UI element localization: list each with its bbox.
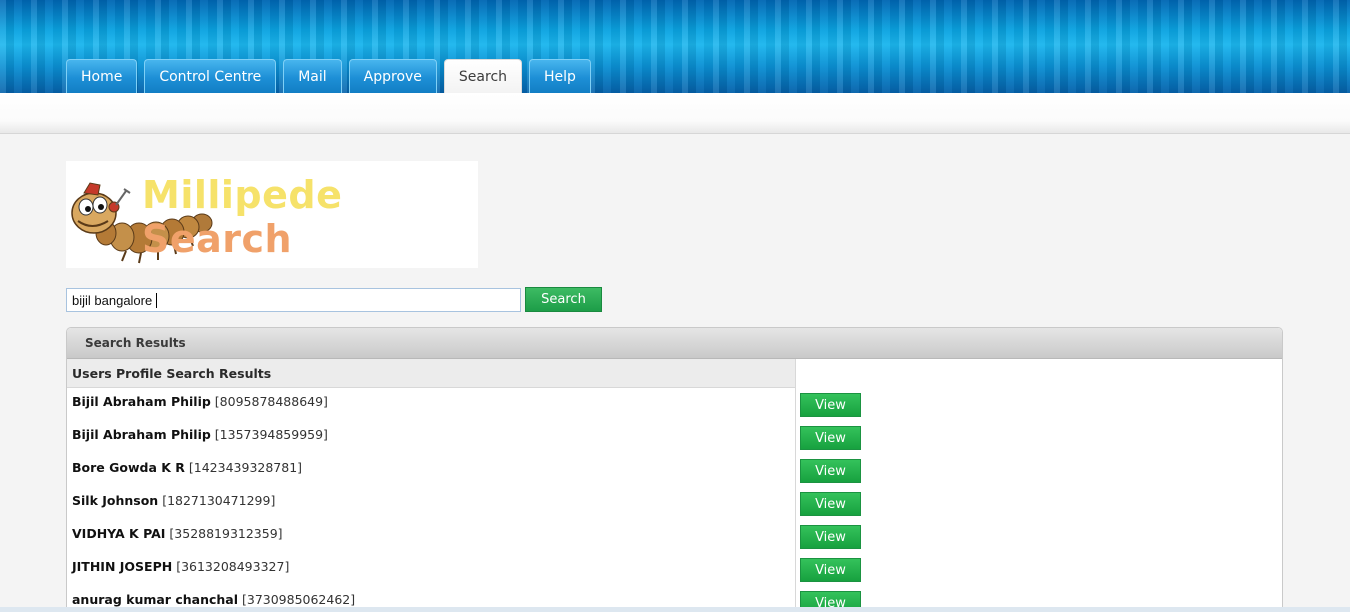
view-button[interactable]: View bbox=[800, 459, 861, 483]
result-name: Bore Gowda K R bbox=[72, 460, 185, 475]
logo-word-search: Search bbox=[142, 217, 293, 261]
text-caret bbox=[156, 292, 158, 308]
tab-home[interactable]: Home bbox=[66, 59, 138, 93]
result-id: [8095878488649] bbox=[214, 394, 328, 409]
view-button[interactable]: View bbox=[800, 525, 861, 549]
tab-mail[interactable]: Mail bbox=[283, 59, 342, 93]
result-name: Bijil Abraham Philip bbox=[72, 394, 211, 409]
tab-approve[interactable]: Approve bbox=[348, 59, 437, 93]
sub-header-bar bbox=[0, 93, 1350, 134]
search-results-panel: Search Results Users Profile Search Resu… bbox=[66, 327, 1283, 612]
result-id: [1423439328781] bbox=[188, 460, 303, 475]
result-id: [3613208493327] bbox=[176, 559, 290, 574]
result-name: anurag kumar chanchal bbox=[72, 592, 238, 607]
millipede-search-logo: Millipede Search bbox=[66, 161, 478, 268]
result-id: [3528819312359] bbox=[169, 526, 283, 541]
logo-word-millipede: Millipede bbox=[142, 173, 343, 217]
logo-wordmark: Millipede Search bbox=[142, 173, 478, 261]
tab-help[interactable]: Help bbox=[529, 59, 591, 93]
result-id: [1357394859959] bbox=[214, 427, 328, 442]
view-button[interactable]: View bbox=[800, 558, 861, 582]
panel-title: Search Results bbox=[67, 328, 1282, 359]
result-row: VIDHYA K PAI [3528819312359] bbox=[72, 526, 283, 546]
tab-control-centre[interactable]: Control Centre bbox=[144, 59, 277, 93]
result-name: VIDHYA K PAI bbox=[72, 526, 166, 541]
result-row: Bijil Abraham Philip [1357394859959] bbox=[72, 427, 328, 447]
results-column-header: Users Profile Search Results bbox=[67, 359, 795, 388]
result-id: [3730985062462] bbox=[241, 592, 356, 607]
tab-search[interactable]: Search bbox=[443, 59, 523, 93]
view-button[interactable]: View bbox=[800, 492, 861, 516]
bottom-scroll-edge bbox=[0, 607, 1350, 612]
view-button[interactable]: View bbox=[800, 426, 861, 450]
header-banner: Home Control Centre Mail Approve Search … bbox=[0, 0, 1350, 93]
main-nav: Home Control Centre Mail Approve Search … bbox=[66, 59, 591, 93]
result-name: Bijil Abraham Philip bbox=[72, 427, 211, 442]
result-row: Bore Gowda K R [1423439328781] bbox=[72, 460, 302, 480]
search-input[interactable]: bijil bangalore bbox=[66, 288, 521, 312]
result-name: JITHIN JOSEPH bbox=[72, 559, 173, 574]
search-button[interactable]: Search bbox=[525, 287, 602, 312]
result-row: Silk Johnson [1827130471299] bbox=[72, 493, 275, 513]
view-button[interactable]: View bbox=[800, 393, 861, 417]
result-name: Silk Johnson bbox=[72, 493, 159, 508]
result-row: Bijil Abraham Philip [8095878488649] bbox=[72, 394, 328, 414]
result-id: [1827130471299] bbox=[162, 493, 276, 508]
result-row: JITHIN JOSEPH [3613208493327] bbox=[72, 559, 289, 579]
search-input-value: bijil bangalore bbox=[72, 292, 153, 308]
